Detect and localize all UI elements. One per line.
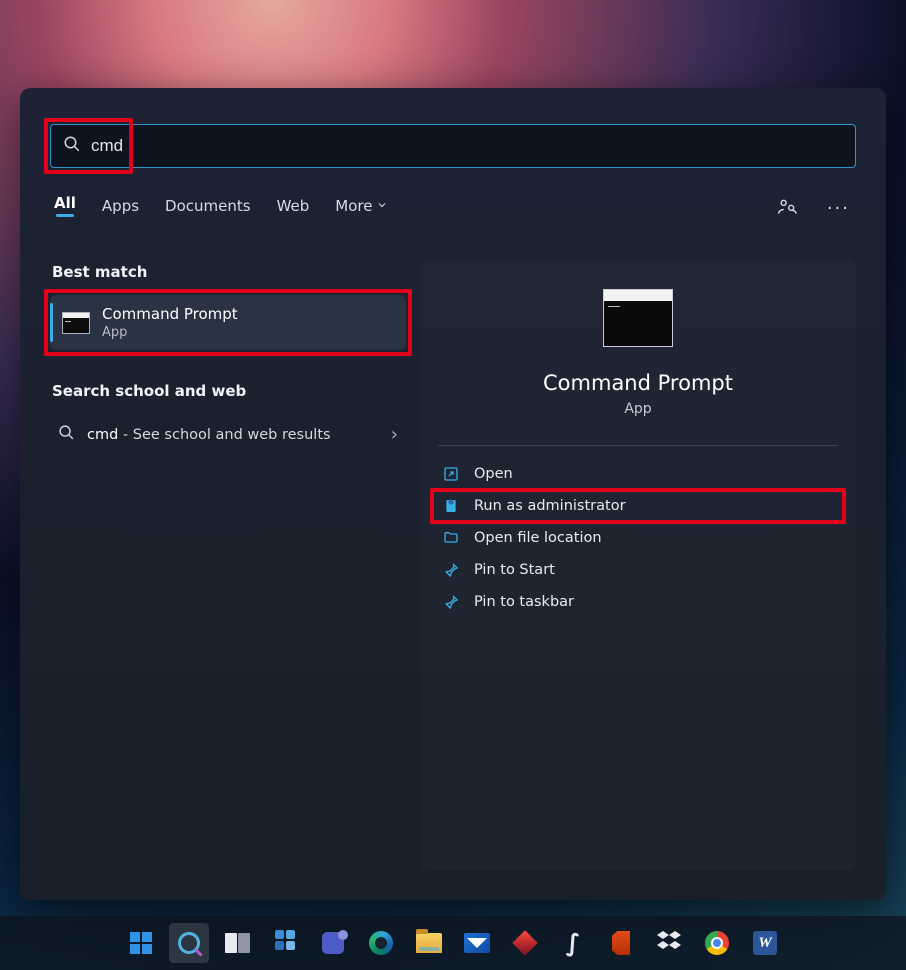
chevron-down-icon [376,197,388,215]
tab-label: More [335,197,372,215]
search-web-label: Search school and web [50,378,406,414]
search-box-wrap [50,124,856,168]
office-icon [612,931,630,955]
web-result-term: cmd [87,427,118,443]
action-label: Pin to Start [474,562,555,578]
action-label: Open file location [474,530,602,546]
dropbox-icon [657,929,681,958]
action-pin-to-start[interactable]: Pin to Start [438,554,838,586]
taskbar-word[interactable]: W [745,923,785,963]
action-list: Open Run as administrator Open file loca… [420,446,856,618]
taskbar: ∫ W [0,916,906,970]
filter-tabs: All Apps Documents Web More ··· [50,168,856,231]
action-open-file-location[interactable]: Open file location [438,522,838,554]
tab-active-indicator [56,214,74,217]
action-run-as-administrator[interactable]: Run as administrator [438,490,838,522]
tab-apps[interactable]: Apps [102,197,139,221]
tab-web[interactable]: Web [277,197,310,221]
windows-start-icon [130,932,152,954]
web-result-suffix: - See school and web results [118,427,330,443]
web-result-text: cmd - See school and web results [87,427,331,443]
detail-subtitle: App [624,401,651,417]
mail-icon [464,933,490,953]
folder-icon [416,933,442,953]
detail-title: Command Prompt [543,371,733,395]
command-prompt-icon [62,312,90,334]
taskbar-office[interactable] [601,923,641,963]
shield-admin-icon [442,498,460,514]
result-subtitle: App [102,325,238,340]
account-switcher-icon[interactable] [775,195,799,223]
chevron-right-icon: › [391,424,398,445]
results-column: Best match Command Prompt App Search sch… [50,259,406,870]
taskbar-teams[interactable] [313,923,353,963]
widgets-icon [273,928,297,958]
best-match-label: Best match [50,259,406,295]
search-icon [58,424,75,445]
pin-icon [442,562,460,578]
word-icon: W [753,931,777,955]
taskbar-file-explorer[interactable] [409,923,449,963]
action-label: Open [474,466,513,482]
open-icon [442,466,460,482]
action-label: Run as administrator [474,498,626,514]
web-result-row[interactable]: cmd - See school and web results › [50,414,406,455]
search-icon [63,135,81,157]
taskbar-app-lightning[interactable]: ∫ [553,923,593,963]
taskbar-mail[interactable] [457,923,497,963]
tab-all[interactable]: All [54,194,76,223]
taskbar-task-view[interactable] [217,923,257,963]
taskbar-chrome[interactable] [697,923,737,963]
action-open[interactable]: Open [438,458,838,490]
taskbar-widgets[interactable] [265,923,305,963]
task-view-icon [225,933,250,953]
content-row: Best match Command Prompt App Search sch… [50,259,856,870]
result-text: Command Prompt App [102,305,238,340]
pin-icon [442,594,460,610]
tab-more[interactable]: More [335,197,388,221]
taskbar-app-diamond[interactable] [505,923,545,963]
best-match-result[interactable]: Command Prompt App [50,295,406,350]
taskbar-edge[interactable] [361,923,401,963]
search-box[interactable] [50,124,856,168]
more-options-icon[interactable]: ··· [825,196,852,221]
chrome-icon [705,931,729,955]
taskbar-start[interactable] [121,923,161,963]
detail-pane: Command Prompt App Open Run as administr… [420,259,856,870]
action-pin-to-taskbar[interactable]: Pin to taskbar [438,586,838,618]
search-icon [178,932,200,954]
search-panel: All Apps Documents Web More ··· Best mat… [20,88,886,900]
action-label: Pin to taskbar [474,594,574,610]
tab-documents[interactable]: Documents [165,197,251,221]
search-input[interactable] [91,136,843,156]
teams-icon [322,932,344,954]
web-section: Search school and web cmd - See school a… [50,378,406,455]
diamond-icon [512,930,537,955]
result-title: Command Prompt [102,305,238,323]
taskbar-search[interactable] [169,923,209,963]
folder-icon [442,530,460,546]
lightning-icon: ∫ [566,929,581,957]
taskbar-dropbox[interactable] [649,923,689,963]
tab-label: All [54,194,76,212]
command-prompt-icon [603,289,673,347]
edge-icon [369,931,393,955]
